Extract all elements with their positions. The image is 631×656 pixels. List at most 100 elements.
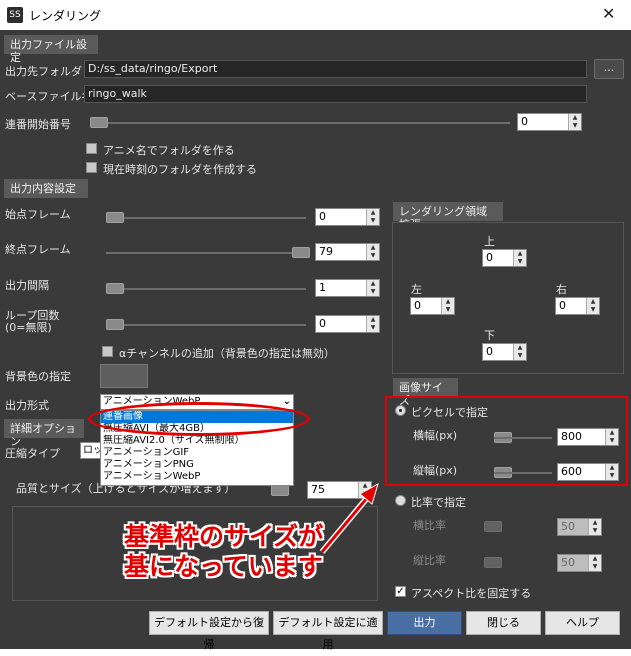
interval-label: 出力間隔 xyxy=(5,279,49,292)
vratio-spinner[interactable]: 50 ▲ ▼ xyxy=(557,554,602,572)
expand-bottom-label: 下 xyxy=(484,329,495,342)
expand-top-spinner[interactable]: 0 ▲ ▼ xyxy=(482,249,527,267)
start-frame-slider-track[interactable] xyxy=(106,217,306,219)
hratio-value: 50 xyxy=(561,520,575,533)
expand-top-value: 0 xyxy=(486,251,493,264)
section-output-file: 出力ファイル設定 xyxy=(4,35,98,64)
annotation-line1: 基準枠のサイズが xyxy=(124,522,324,551)
apply-default-button[interactable]: デフォルト設定に適用 xyxy=(273,611,383,651)
close-button[interactable]: 閉じる xyxy=(466,611,541,635)
spinner-arrows-icon[interactable]: ▲▼ xyxy=(513,344,526,360)
start-number-slider-track[interactable] xyxy=(90,122,510,124)
end-frame-value: 79 xyxy=(319,245,333,258)
loop-spinner[interactable]: 0 ▲ ▼ xyxy=(315,315,380,333)
height-label: 縦幅(px) xyxy=(413,464,458,477)
start-number-slider-thumb[interactable] xyxy=(90,117,108,128)
section-render-expand: レンダリング領域拡張 xyxy=(393,202,503,231)
ratio-radio[interactable] xyxy=(395,495,406,506)
loop-value: 0 xyxy=(319,317,326,330)
window-title: レンダリング xyxy=(29,9,102,23)
anim-folder-checkbox[interactable] xyxy=(86,143,97,154)
expand-right-value: 0 xyxy=(559,299,566,312)
loop-label: ループ回数 (0=無限) xyxy=(5,309,60,334)
basename-input[interactable]: ringo_walk xyxy=(84,85,587,103)
end-frame-slider-track[interactable] xyxy=(106,252,306,254)
hratio-slider-thumb[interactable] xyxy=(484,521,502,532)
interval-spinner[interactable]: 1 ▲ ▼ xyxy=(315,279,380,297)
expand-right-label: 右 xyxy=(556,283,567,296)
width-label: 横幅(px) xyxy=(413,429,458,442)
start-frame-value: 0 xyxy=(319,210,326,223)
vratio-value: 50 xyxy=(561,556,575,569)
width-spinner[interactable]: 800 ▲ ▼ xyxy=(557,428,619,446)
alpha-checkbox[interactable] xyxy=(102,346,113,357)
format-option[interactable]: アニメーションGIF xyxy=(101,447,293,459)
format-option[interactable]: アニメーションPNG xyxy=(101,459,293,471)
spinner-arrows-icon[interactable]: ▲▼ xyxy=(366,316,379,332)
expand-bottom-value: 0 xyxy=(486,345,493,358)
spinner-arrows-icon[interactable]: ▲▼ xyxy=(588,519,601,535)
annotation-line2: 基になっています xyxy=(124,552,323,581)
interval-slider-track[interactable] xyxy=(106,288,306,290)
anim-folder-label: アニメ名でフォルダを作る xyxy=(103,144,235,157)
format-label: 出力形式 xyxy=(5,399,49,412)
start-number-label: 連番開始番号 xyxy=(5,118,71,131)
spinner-arrows-icon[interactable]: ▲▼ xyxy=(586,298,599,314)
loop-slider-thumb[interactable] xyxy=(106,319,124,330)
loop-slider-track[interactable] xyxy=(106,324,306,326)
end-frame-slider-thumb[interactable] xyxy=(292,247,310,258)
height-spinner[interactable]: 600 ▲ ▼ xyxy=(557,463,619,481)
restore-default-button[interactable]: デフォルト設定から復帰 xyxy=(149,611,269,651)
highlight-ellipse xyxy=(88,402,310,436)
start-number-spinner[interactable]: 0 ▲ ▼ xyxy=(517,113,582,131)
close-icon[interactable]: ✕ xyxy=(602,4,615,23)
format-option[interactable]: 無圧縮AVI2.0（サイズ無制限） xyxy=(101,435,293,447)
start-frame-slider-thumb[interactable] xyxy=(106,212,124,223)
browse-button[interactable]: ... xyxy=(594,59,624,79)
compress-label: 圧縮タイプ xyxy=(5,447,60,460)
spinner-arrows-icon[interactable]: ▲▼ xyxy=(513,250,526,266)
spinner-arrows-icon[interactable]: ▲▼ xyxy=(366,209,379,225)
expand-bottom-spinner[interactable]: 0 ▲ ▼ xyxy=(482,343,527,361)
expand-left-label: 左 xyxy=(411,283,422,296)
hratio-spinner[interactable]: 50 ▲ ▼ xyxy=(557,518,602,536)
expand-left-value: 0 xyxy=(414,299,421,312)
spinner-arrows-icon[interactable]: ▲▼ xyxy=(605,464,618,480)
start-frame-spinner[interactable]: 0 ▲ ▼ xyxy=(315,208,380,226)
height-slider-track[interactable] xyxy=(494,472,552,474)
quality-slider-thumb[interactable] xyxy=(271,485,289,496)
pixel-radio-label: ピクセルで指定 xyxy=(411,406,488,419)
spinner-arrows-icon[interactable]: ▲▼ xyxy=(366,280,379,296)
end-frame-spinner[interactable]: 79 ▲ ▼ xyxy=(315,243,380,261)
dialog-body: 出力ファイル設定 出力先フォルダ D:/ss_data/ringo/Export… xyxy=(0,30,631,651)
spinner-arrows-icon[interactable]: ▲▼ xyxy=(588,555,601,571)
bg-color-label: 背景色の指定 xyxy=(5,370,71,383)
tab-detail-options[interactable]: 詳細オプション xyxy=(4,419,84,448)
spinner-arrows-icon[interactable]: ▲▼ xyxy=(568,114,581,130)
expand-left-spinner[interactable]: 0 ▲ ▼ xyxy=(410,297,455,315)
width-slider-track[interactable] xyxy=(494,437,552,439)
start-frame-label: 始点フレーム xyxy=(5,208,71,221)
spinner-arrows-icon[interactable]: ▲▼ xyxy=(605,429,618,445)
aspect-label: アスペクト比を固定する xyxy=(411,587,532,600)
hratio-label: 横比率 xyxy=(413,519,446,532)
basename-label: ベースファイル名 xyxy=(5,90,93,103)
spinner-arrows-icon[interactable]: ▲▼ xyxy=(441,298,454,314)
vratio-slider-thumb[interactable] xyxy=(484,557,502,568)
format-option[interactable]: アニメーションWebP xyxy=(101,471,293,483)
expand-right-spinner[interactable]: 0 ▲ ▼ xyxy=(555,297,600,315)
pixel-radio[interactable] xyxy=(395,405,406,416)
annotation-arrow-icon xyxy=(319,482,379,554)
vratio-label: 縦比率 xyxy=(413,554,446,567)
aspect-checkbox[interactable]: ✓ xyxy=(395,586,406,597)
folder-label: 出力先フォルダ xyxy=(5,65,82,78)
spinner-arrows-icon[interactable]: ▲▼ xyxy=(366,244,379,260)
help-button[interactable]: ヘルプ xyxy=(545,611,620,635)
bg-color-swatch[interactable] xyxy=(100,364,148,388)
output-button[interactable]: 出力 xyxy=(387,611,462,635)
chevron-down-icon[interactable]: ⌄ xyxy=(283,395,291,409)
interval-slider-thumb[interactable] xyxy=(106,283,124,294)
time-folder-checkbox[interactable] xyxy=(86,162,97,173)
folder-input[interactable]: D:/ss_data/ringo/Export xyxy=(84,60,587,78)
section-output-content: 出力内容設定 xyxy=(4,179,88,198)
